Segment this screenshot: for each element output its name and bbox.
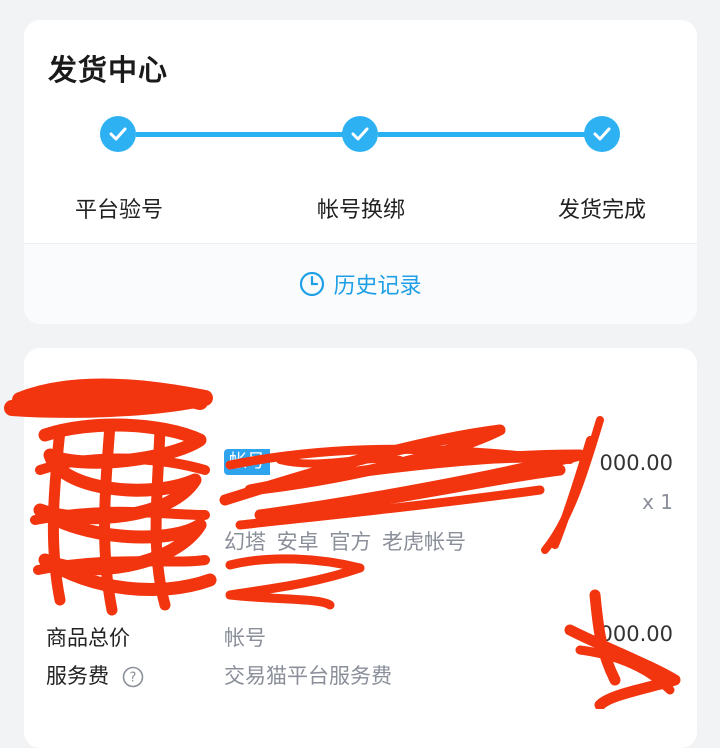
total-price-label: 商品总价: [46, 626, 130, 650]
stepper-line-2: [378, 132, 602, 137]
step-1-label: 平台验号: [74, 198, 164, 223]
item-tags: 幻塔 安卓 官方 老虎帐号: [224, 530, 467, 554]
service-fee-label: 服务费 ?: [46, 660, 144, 690]
step-2-label: 帐号换绑: [316, 198, 406, 223]
step-1-check-icon: [100, 116, 136, 152]
delivery-center-card: 发货中心 平台验号 帐号换绑 发货完成 历史记录: [24, 20, 697, 324]
step-3-label: 发货完成: [557, 198, 647, 223]
page-title: 发货中心: [48, 53, 169, 87]
stepper-line-1: [136, 132, 360, 137]
item-quantity: x 1: [642, 490, 673, 514]
total-price-value: 000.00: [599, 622, 673, 646]
clock-icon: [300, 271, 325, 297]
service-fee-desc: 交易猫平台服务费: [224, 664, 392, 688]
history-button[interactable]: 历史记录: [24, 244, 697, 324]
step-2-check-icon: [342, 116, 378, 152]
item-price: 000.00: [599, 451, 673, 475]
order-card: 帐号 000.00 x 1 幻塔 安卓 官方 老虎帐号 商品总价 帐号 000.…: [24, 348, 697, 748]
step-3-check-icon: [584, 116, 620, 152]
question-icon[interactable]: ?: [122, 666, 144, 688]
total-price-desc: 帐号: [224, 626, 266, 650]
history-label: 历史记录: [333, 274, 422, 299]
svg-text:?: ?: [129, 671, 136, 686]
item-tag-badge: 帐号: [224, 449, 270, 475]
service-fee-text: 服务费: [46, 664, 109, 688]
